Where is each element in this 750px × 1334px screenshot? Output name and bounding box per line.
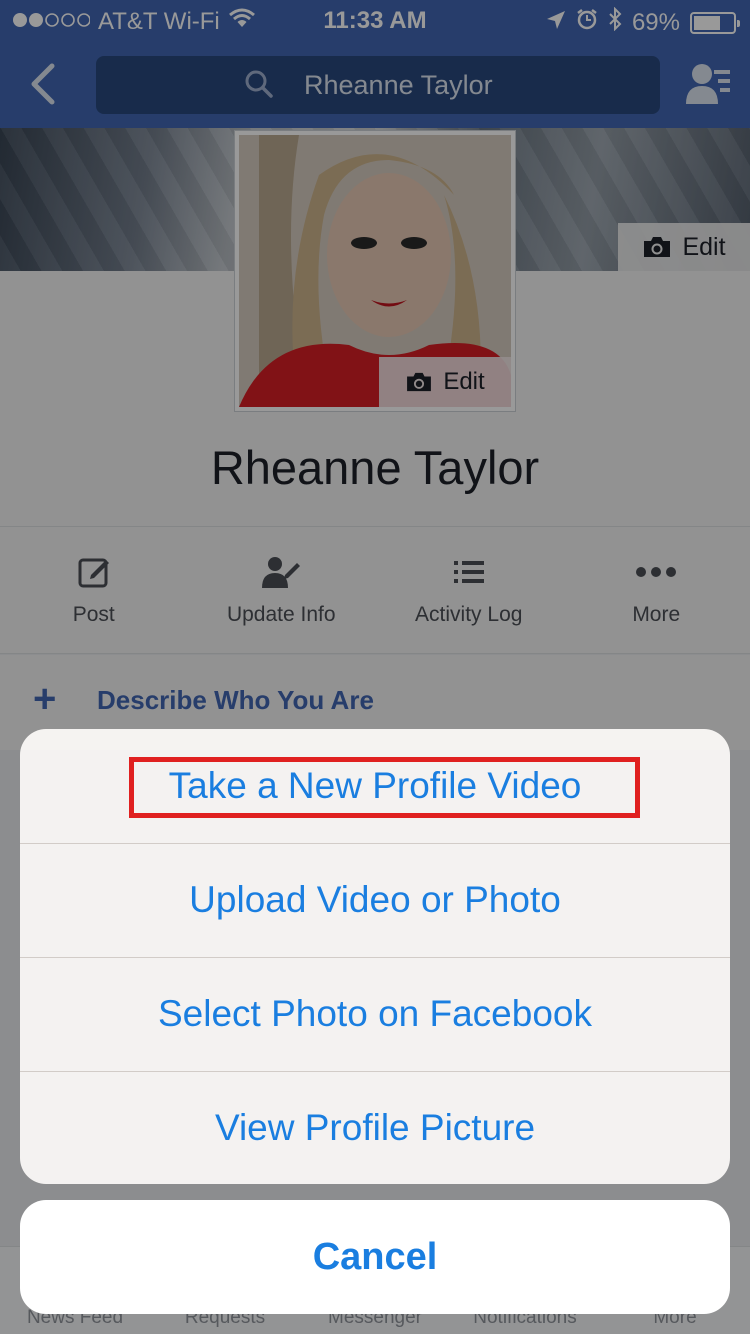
view-profile-picture-label: View Profile Picture (214, 1107, 536, 1148)
annotation-highlight-box (129, 757, 640, 818)
upload-video-or-photo-label: Upload Video or Photo (189, 879, 561, 920)
view-profile-picture-option[interactable]: View Profile Picture (20, 1071, 730, 1184)
upload-video-or-photo-option[interactable]: Upload Video or Photo (20, 843, 730, 956)
select-photo-on-facebook-option[interactable]: Select Photo on Facebook (20, 957, 730, 1070)
action-sheet: Take a New Profile Video Upload Video or… (20, 729, 730, 1184)
cancel-button[interactable]: Cancel (20, 1200, 730, 1314)
select-photo-on-facebook-label: Select Photo on Facebook (157, 993, 592, 1034)
